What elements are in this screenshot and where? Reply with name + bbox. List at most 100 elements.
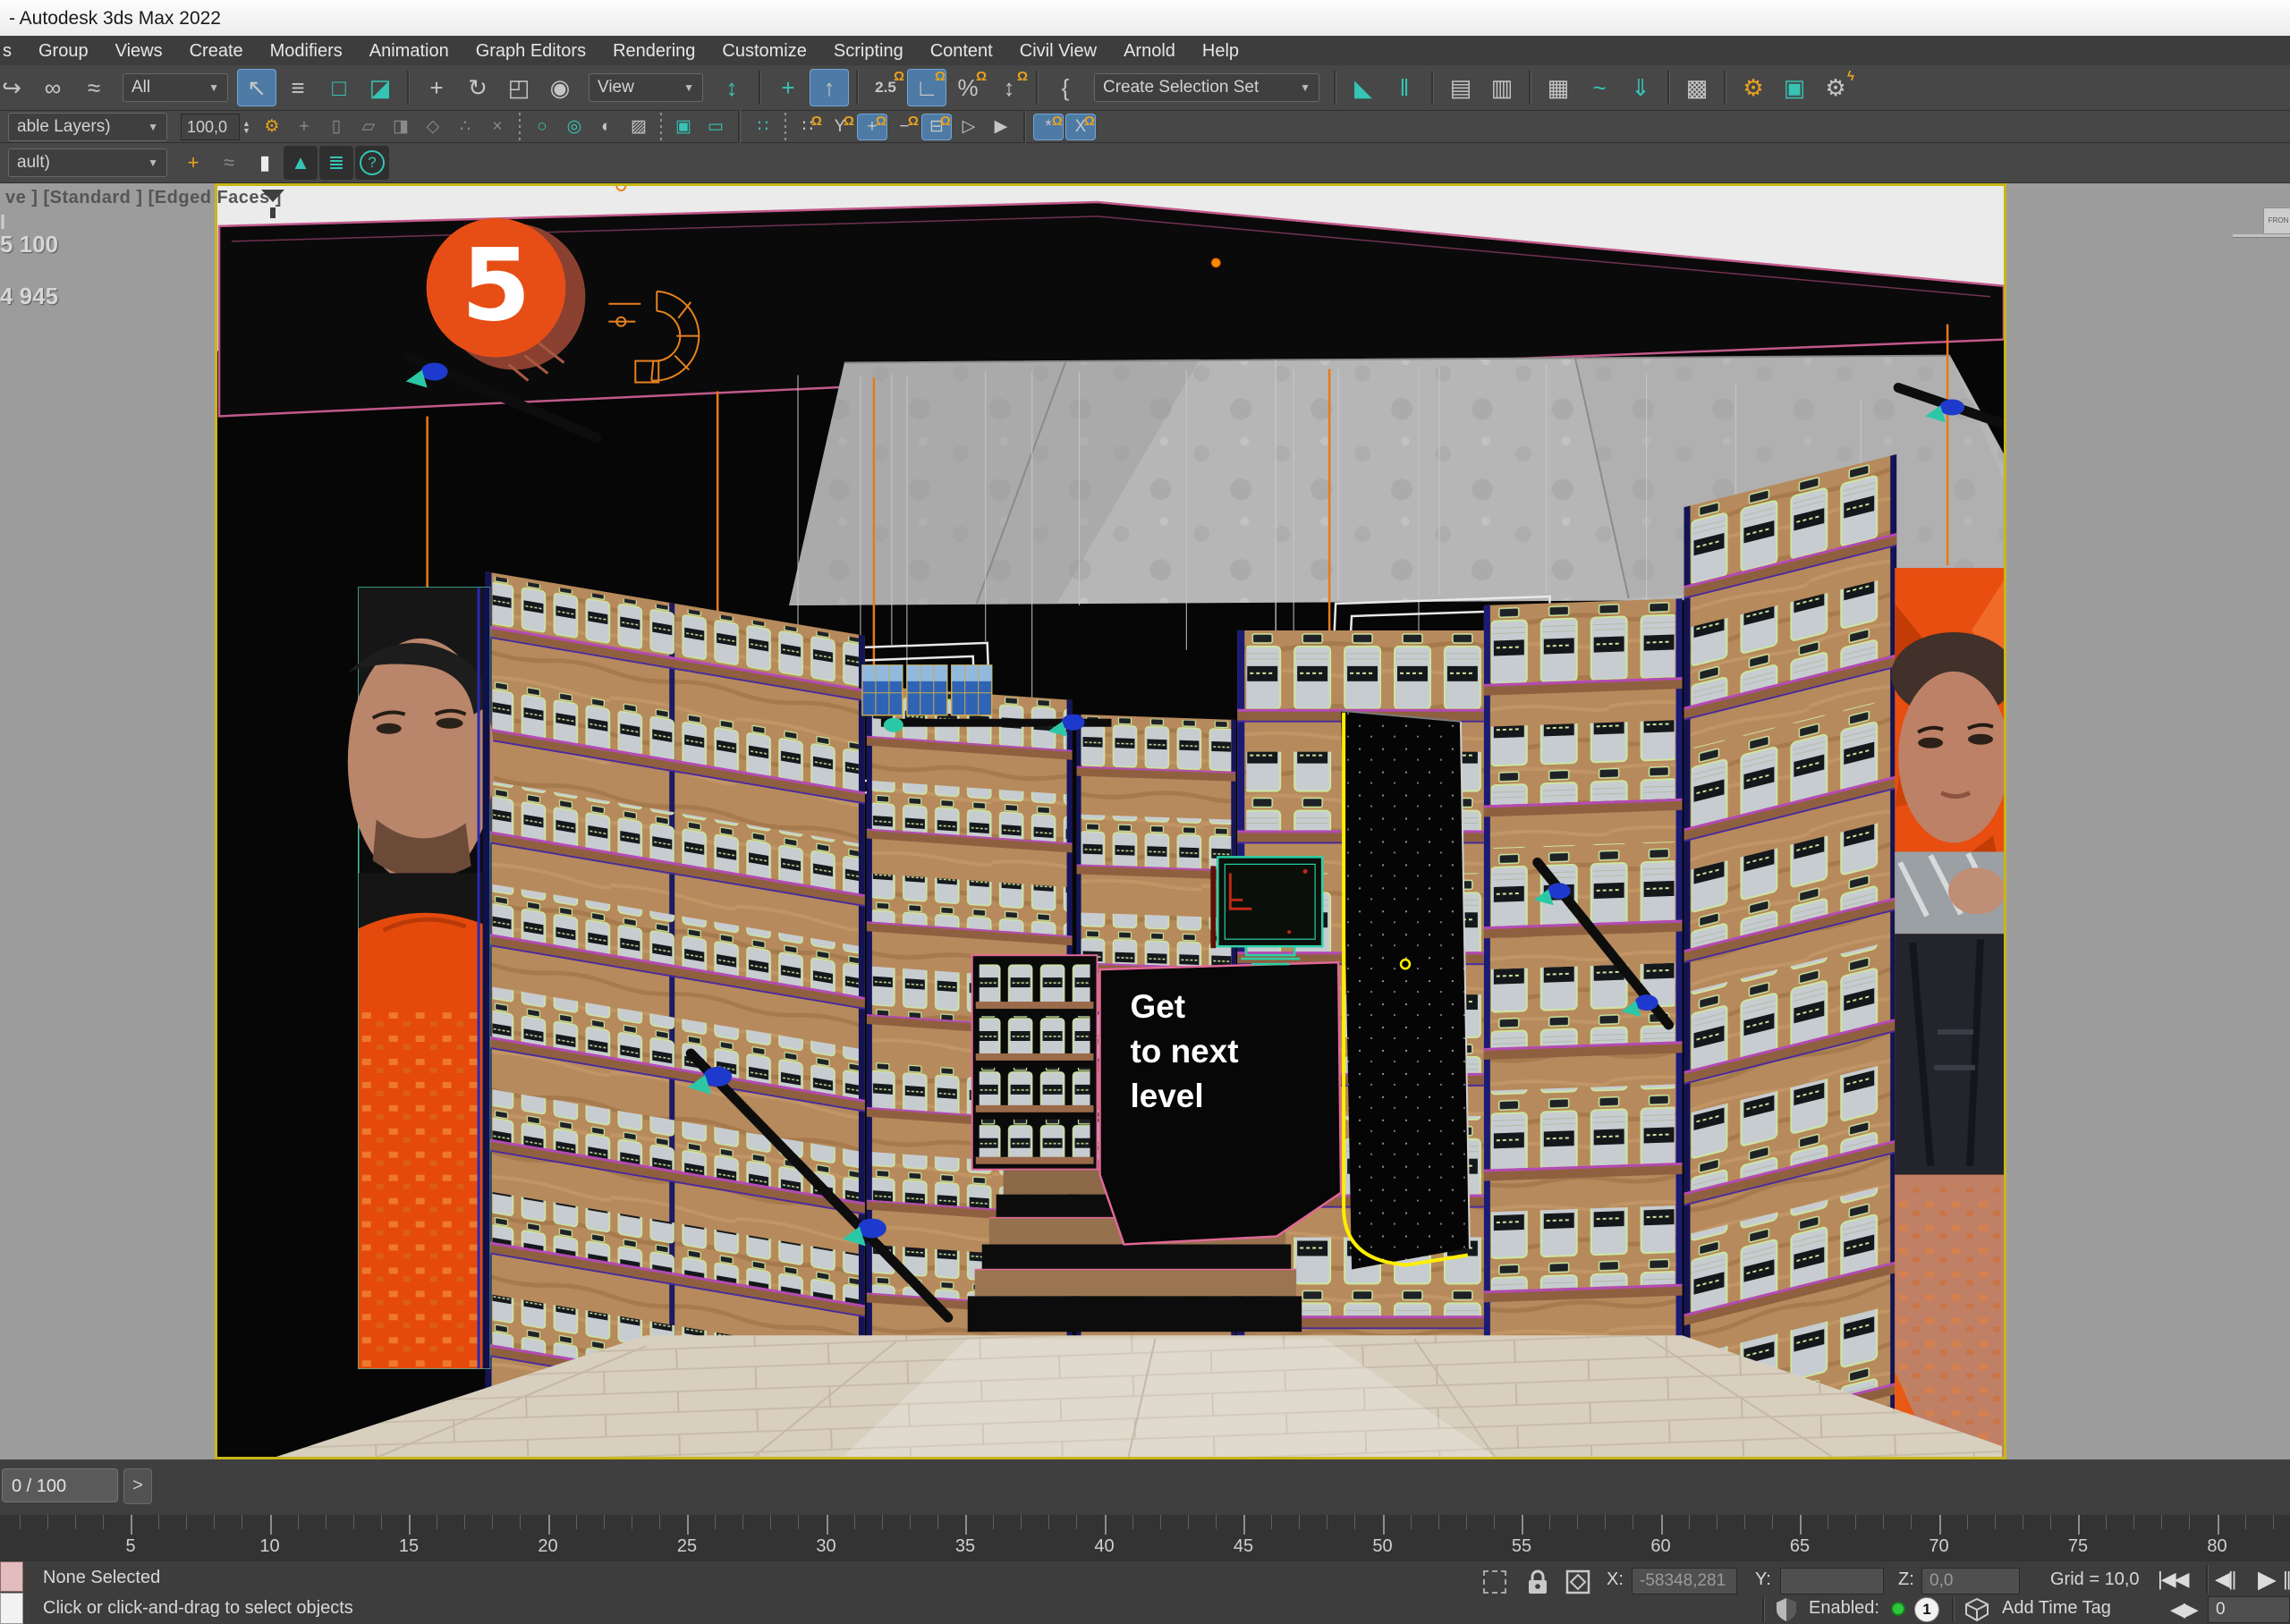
paint-object-icon[interactable]: ◐	[591, 114, 622, 140]
goto-start-button[interactable]: |◀◀	[2158, 1568, 2188, 1591]
select-object-icon[interactable]: ↖	[237, 69, 276, 106]
percent-snap-icon[interactable]: %Ω	[948, 69, 988, 106]
bind-to-space-warp-icon[interactable]: ≈	[74, 69, 114, 106]
key-mode-toggle[interactable]: ◀▶	[2170, 1598, 2197, 1621]
menu-item-help[interactable]: Help	[1189, 36, 1252, 65]
scene-explorer-icon[interactable]: ▤	[1441, 69, 1480, 106]
mirror-icon[interactable]: ◣	[1344, 69, 1383, 106]
menu-item-group[interactable]: Group	[25, 36, 102, 65]
menu-item-rendering[interactable]: Rendering	[599, 36, 708, 65]
grid-align-icon[interactable]: ▣	[668, 114, 699, 140]
redo-icon[interactable]: ↪	[0, 69, 31, 106]
selection-filter-dropdown[interactable]: All▼	[123, 73, 228, 102]
angle-snap-icon[interactable]: ∟Ω	[907, 69, 946, 106]
named-selection-set-dropdown[interactable]: Create Selection Set▼	[1094, 73, 1319, 102]
select-and-scale-icon[interactable]: ◰	[499, 69, 539, 106]
next-key-button[interactable]: >	[123, 1468, 152, 1504]
previous-frame-button[interactable]: ◀||	[2215, 1568, 2235, 1591]
select-layer-objects-icon[interactable]: ◇	[418, 114, 448, 140]
count-badge[interactable]: 1	[1914, 1597, 1939, 1622]
reference-coordinate-dropdown[interactable]: View▼	[589, 73, 703, 102]
render-setup-icon[interactable]: ⚙	[1734, 69, 1773, 106]
snaps-toggle-icon[interactable]: 2.5Ω	[866, 69, 905, 106]
viewport-canvas[interactable]: 5	[215, 183, 2006, 1459]
xref-snap-icon[interactable]: XΩ	[1065, 114, 1096, 140]
layer-manager-icon[interactable]: ⚙	[257, 114, 287, 140]
slider-snap-icon[interactable]: ⊟Ω	[921, 114, 952, 140]
shield-icon[interactable]	[1775, 1597, 1798, 1622]
arrow-solid-icon[interactable]: ▶	[986, 114, 1016, 140]
timeline-ruler[interactable]: 5101520253035404550556065707580	[0, 1515, 2290, 1563]
select-and-manipulate-icon[interactable]: +	[768, 69, 808, 106]
layer-list-dropdown[interactable]: able Layers)▼	[8, 113, 167, 141]
absolute-mode-icon[interactable]	[1565, 1569, 1590, 1594]
menu-item-tools-partial[interactable]: s	[0, 36, 25, 65]
rendered-frame-window-icon[interactable]: ▣	[1775, 69, 1814, 106]
menu-item-civil-view[interactable]: Civil View	[1006, 36, 1110, 65]
ribbon-toggle-icon[interactable]: ▦	[1539, 69, 1578, 106]
menu-item-arnold[interactable]: Arnold	[1110, 36, 1189, 65]
arrow-outline-icon[interactable]: ▷	[954, 114, 984, 140]
select-and-move-icon[interactable]: +	[417, 69, 456, 106]
menu-item-graph-editors[interactable]: Graph Editors	[462, 36, 599, 65]
freeze-snap-icon[interactable]: *Ω	[1033, 114, 1064, 140]
default-layer-dropdown[interactable]: ault)▼	[8, 148, 167, 177]
delete-layer-icon[interactable]: ▯	[321, 114, 352, 140]
uvw-tool-icon[interactable]: ▨	[623, 114, 654, 140]
time-slider[interactable]: 0 / 100	[2, 1468, 118, 1502]
layer-stack-icon[interactable]: ≈	[212, 146, 246, 180]
selection-lock-icon[interactable]	[1526, 1569, 1549, 1595]
add-time-tag[interactable]: Add Time Tag	[2002, 1598, 2111, 1619]
play-button[interactable]: ▶	[2258, 1566, 2275, 1594]
align-icon[interactable]: ‖	[1385, 69, 1424, 106]
menu-item-views[interactable]: Views	[102, 36, 176, 65]
y-coordinate-field[interactable]	[1780, 1568, 1884, 1594]
spinner-snap-icon[interactable]: ↕Ω	[989, 69, 1029, 106]
current-frame-field[interactable]: 0	[2208, 1596, 2290, 1623]
selection-region-icon[interactable]: □	[319, 69, 359, 106]
notes-document-icon[interactable]: ≣	[319, 146, 353, 180]
next-frame-button[interactable]: ||	[2283, 1568, 2289, 1591]
menu-item-content[interactable]: Content	[917, 36, 1006, 65]
schematic-view-icon[interactable]: ⇓	[1621, 69, 1660, 106]
set-current-layer-icon[interactable]: ∴	[450, 114, 480, 140]
curve-editor-icon[interactable]: ~	[1580, 69, 1619, 106]
isolate-selection-icon[interactable]	[1483, 1570, 1506, 1594]
select-by-name-icon[interactable]: ≡	[278, 69, 318, 106]
x-coordinate-field[interactable]: -58348,281	[1632, 1568, 1737, 1594]
select-and-link-icon[interactable]: ∞	[33, 69, 72, 106]
add-selection-to-layer-icon[interactable]: +	[176, 146, 210, 180]
keyboard-shortcut-override-icon[interactable]: ↑	[810, 69, 849, 106]
merge-layers-icon[interactable]: ×	[482, 114, 513, 140]
material-editor-icon[interactable]: ▩	[1677, 69, 1717, 106]
use-pivot-center-icon[interactable]: ↕	[712, 69, 751, 106]
clone-layer-icon[interactable]: ▱	[353, 114, 384, 140]
working-pivot-icon[interactable]: ◎	[559, 114, 589, 140]
maxscript-mini-listener-pink[interactable]	[0, 1561, 23, 1592]
add-to-layer-icon[interactable]: ◨	[386, 114, 416, 140]
vegetation-icon[interactable]: ▲	[284, 146, 318, 180]
blank-swatch-icon[interactable]: ▮	[248, 146, 282, 180]
create-layer-icon[interactable]: +	[289, 114, 319, 140]
layer-explorer-icon[interactable]: ▥	[1482, 69, 1522, 106]
window-crossing-icon[interactable]: ◪	[360, 69, 400, 106]
select-and-place-icon[interactable]: ◉	[540, 69, 580, 106]
measure-distance-icon[interactable]: ▭	[700, 114, 731, 140]
menu-item-animation[interactable]: Animation	[356, 36, 462, 65]
pivot-tool-icon[interactable]: ○	[527, 114, 557, 140]
menu-item-customize[interactable]: Customize	[708, 36, 819, 65]
edge-snap-icon[interactable]: −Ω	[889, 114, 920, 140]
time-tag-cube-icon[interactable]	[1964, 1597, 1989, 1622]
menu-item-create[interactable]: Create	[176, 36, 257, 65]
help-icon[interactable]: ?	[355, 146, 389, 180]
plus-snap-icon[interactable]: +Ω	[857, 114, 887, 140]
viewport-filter-icon[interactable]	[261, 190, 284, 202]
edit-named-selection-sets-icon[interactable]: {	[1046, 69, 1085, 106]
select-and-rotate-icon[interactable]: ↻	[458, 69, 497, 106]
menu-item-modifiers[interactable]: Modifiers	[257, 36, 356, 65]
circle-array-icon[interactable]: ∷	[748, 114, 778, 140]
transform-typein-spinner[interactable]: 100,0▲▼	[181, 114, 250, 140]
grid-points-snap-icon[interactable]: ∷Ω	[793, 114, 823, 140]
maxscript-mini-listener-white[interactable]	[0, 1593, 23, 1624]
render-production-icon[interactable]: ⚙ϟ	[1816, 69, 1855, 106]
